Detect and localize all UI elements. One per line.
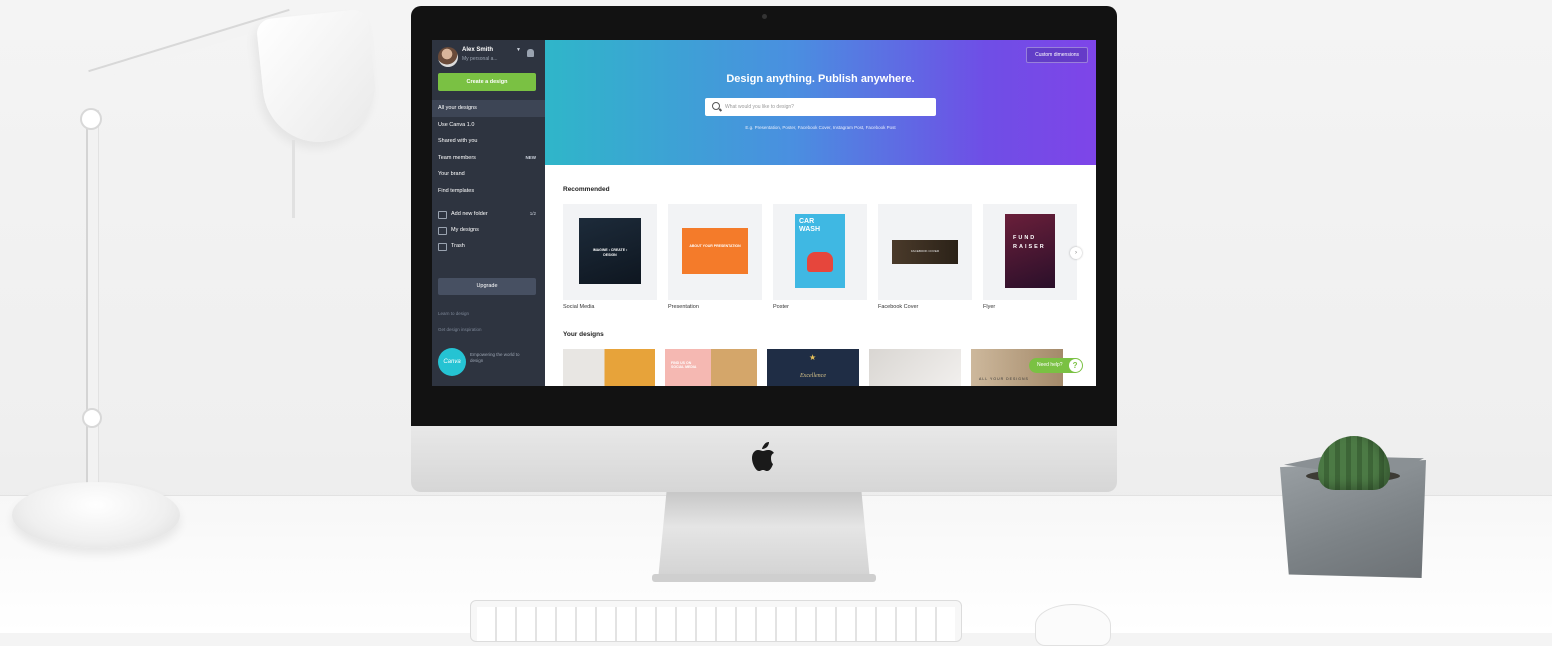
thumb-text: CAR WASH (799, 218, 820, 233)
custom-dimensions-button[interactable]: Custom dimensions (1026, 47, 1088, 63)
template-card-social-media[interactable]: IMAGINE • CREATE • DESIGN Social Media (563, 204, 657, 310)
lamp-joint (82, 408, 102, 428)
poster-thumbnail: CAR WASH (795, 214, 845, 288)
sidebar-item-all-designs[interactable]: All your designs (432, 100, 545, 117)
design-thumb-text: FIND US ON SOCIAL MEDIA (671, 361, 697, 369)
your-designs-title: Your designs (563, 331, 604, 338)
keyboard (470, 600, 962, 642)
sidebar-item-templates[interactable]: Find templates (438, 183, 542, 200)
sidebar-item-label: Shared with you (438, 138, 478, 144)
hero-title: Design anything. Publish anywhere. (726, 73, 915, 85)
search-placeholder: What would you like to design? (725, 104, 794, 110)
sidebar-nav: All your designs Use Canva 1.0 Shared wi… (432, 100, 545, 200)
template-card-poster[interactable]: CAR WASH Poster (773, 204, 867, 310)
promo: Canva Empowering the world to design (438, 346, 538, 380)
canva-logo: Canva (438, 348, 466, 376)
account-menu[interactable]: Alex Smith My personal a... ▼ (438, 46, 539, 70)
presentation-thumbnail: ABOUT YOUR PRESENTATION (682, 228, 748, 274)
cactus (1318, 436, 1390, 490)
search-input[interactable]: What would you like to design? (705, 98, 936, 116)
folder-trash[interactable]: Trash (438, 238, 536, 254)
your-designs-row: FIND US ON SOCIAL MEDIA Excellence ★ ALL … (563, 349, 1083, 386)
sidebar-item-label: Use Canva 1.0 (438, 121, 475, 128)
folder-list: Add new folder 1/2 My designs Trash (438, 206, 536, 254)
sidebar-item-brand[interactable]: Your brand (438, 166, 542, 183)
folder-my-designs[interactable]: My designs (438, 222, 536, 238)
sidebar-item-shared[interactable]: Shared with you (438, 133, 542, 150)
keyboard-keys (477, 607, 955, 641)
social-media-thumbnail: IMAGINE • CREATE • DESIGN (579, 218, 641, 284)
sidebar-item-label: All your designs (438, 105, 477, 111)
card-label: Social Media (563, 304, 595, 310)
sidebar-item-label: Find templates (438, 187, 475, 194)
sidebar: Alex Smith My personal a... ▼ Create a d… (432, 40, 545, 386)
folder-plus-icon (438, 211, 447, 219)
apple-logo-icon (752, 442, 774, 471)
question-icon: ? (1068, 359, 1082, 372)
recommended-carousel: IMAGINE • CREATE • DESIGN Social Media A… (563, 204, 1083, 310)
user-name: Alex Smith (462, 47, 494, 53)
monitor-stand-base (652, 574, 876, 582)
card-label: Poster (773, 304, 789, 310)
lamp-joint (80, 108, 102, 130)
search-icon (712, 102, 720, 110)
add-folder-item[interactable]: Add new folder 1/2 (438, 206, 536, 222)
new-badge: NEW (525, 154, 537, 160)
car-illustration (807, 252, 833, 272)
template-card-facebook-cover[interactable]: FACEBOOK COVER Facebook Cover (878, 204, 972, 310)
recommended-title: Recommended (563, 186, 610, 193)
sidebar-item-canva-1[interactable]: Use Canva 1.0 (438, 117, 542, 134)
upgrade-button[interactable]: Upgrade (438, 278, 536, 295)
folder-label: My designs (451, 227, 479, 233)
hero-banner: Custom dimensions Design anything. Publi… (545, 40, 1096, 165)
avatar[interactable] (438, 47, 458, 67)
mouse (1035, 604, 1111, 646)
carousel-next-button[interactable]: › (1070, 247, 1082, 259)
screen: Alex Smith My personal a... ▼ Create a d… (432, 40, 1096, 386)
thumb-text: IMAGINE • CREATE • DESIGN (592, 248, 628, 257)
main-content: Custom dimensions Design anything. Publi… (545, 40, 1096, 386)
sidebar-item-label: Your brand (438, 171, 465, 177)
need-help-button[interactable]: Need help?? (1029, 358, 1083, 373)
design-thumbnail[interactable]: Excellence ★ (767, 349, 859, 386)
design-thumbnail[interactable] (563, 349, 655, 386)
thumb-text: FUND RAISER (1013, 235, 1046, 250)
notification-bell-icon[interactable] (527, 49, 534, 57)
design-thumb-text: ALL YOUR DESIGNS (979, 377, 1029, 381)
sidebar-item-label: Team members (438, 154, 476, 161)
user-subtitle: My personal a... (462, 56, 498, 62)
lamp-shade (255, 8, 381, 148)
search-examples: E.g. Presentation, Poster, Facebook Cove… (745, 125, 896, 130)
design-thumbnail[interactable]: FIND US ON SOCIAL MEDIA (665, 349, 757, 386)
template-card-flyer[interactable]: FUND RAISER Flyer (983, 204, 1077, 310)
lamp-stem (86, 110, 99, 510)
camera (762, 14, 767, 19)
card-label: Flyer (983, 304, 996, 310)
design-thumb-text: Excellence (800, 373, 826, 379)
thumb-text: ABOUT YOUR PRESENTATION (689, 244, 741, 248)
folder-icon (438, 227, 447, 235)
learn-link[interactable]: Learn to design (438, 311, 469, 316)
thumb-text: FACEBOOK COVER (910, 249, 939, 253)
folder-label: Trash (451, 243, 465, 249)
monitor-stand (658, 492, 870, 580)
folder-count: 1/2 (529, 211, 536, 216)
help-label: Need help? (1037, 362, 1063, 368)
create-design-button[interactable]: Create a design (438, 73, 536, 91)
chevron-down-icon[interactable]: ▼ (516, 47, 521, 53)
star-icon: ★ (809, 353, 817, 362)
template-card-presentation[interactable]: ABOUT YOUR PRESENTATION Presentation (668, 204, 762, 310)
lamp-base (12, 482, 180, 548)
inspiration-link[interactable]: Get design inspiration (438, 327, 482, 332)
facebook-cover-thumbnail: FACEBOOK COVER (892, 240, 958, 264)
card-label: Facebook Cover (878, 304, 919, 310)
lamp-cord (292, 140, 295, 218)
promo-text: Empowering the world to design (470, 352, 520, 363)
trash-icon (438, 243, 447, 251)
folder-label: Add new folder (451, 211, 488, 217)
design-thumbnail[interactable] (869, 349, 961, 386)
card-label: Presentation (668, 304, 699, 310)
flyer-thumbnail: FUND RAISER (1005, 214, 1055, 288)
sidebar-item-team-members[interactable]: Team members NEW (438, 150, 542, 167)
